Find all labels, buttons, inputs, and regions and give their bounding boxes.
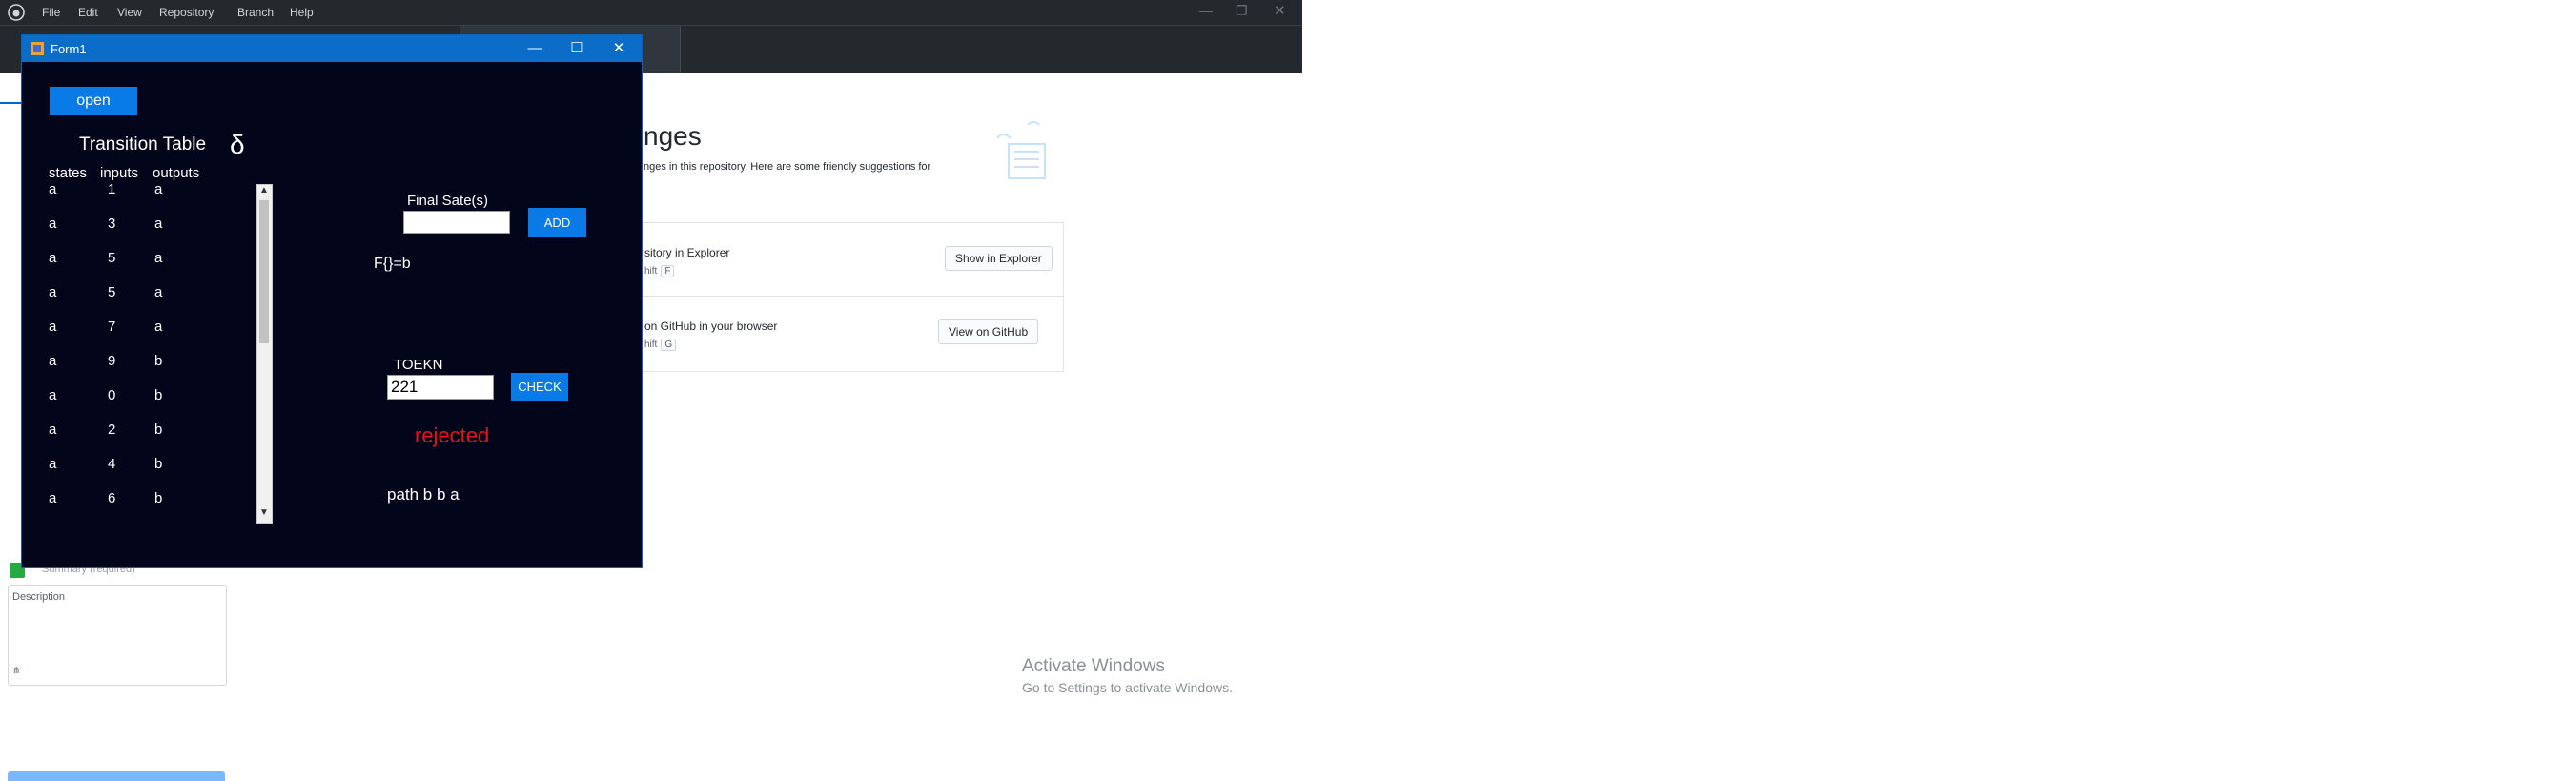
- minimize-icon[interactable]: —: [516, 38, 554, 59]
- form1-window: Form1 — ☐ ✕ open Transition Table δ stat…: [21, 34, 643, 568]
- app-menubar: File Edit View Repository Branch Help — …: [0, 0, 1302, 25]
- github-logo-icon: [8, 4, 25, 21]
- state-cell: a: [49, 456, 57, 472]
- state-cell: a: [49, 353, 57, 369]
- output-cell: a: [154, 319, 163, 335]
- input-cell: 2: [108, 421, 116, 438]
- check-button[interactable]: CHECK: [511, 373, 568, 401]
- state-cell: a: [49, 284, 57, 300]
- input-cell: 5: [108, 250, 116, 266]
- output-cell: b: [154, 353, 163, 369]
- shortcut-hint: hift F: [644, 265, 675, 277]
- add-coauthor-icon[interactable]: ⋔: [12, 666, 20, 676]
- output-cell: a: [154, 216, 163, 232]
- input-cell: 5: [108, 284, 116, 300]
- restore-icon[interactable]: ❐: [1236, 3, 1248, 19]
- transition-table: a 1 a a 3 a a 5 a a 5 a a 7 a a 9 b a 0 …: [22, 35, 270, 567]
- shortcut-prefix: hift: [644, 339, 658, 350]
- menu-repository[interactable]: Repository: [159, 6, 214, 19]
- table-row: a 6 b: [22, 490, 270, 511]
- state-cell: a: [49, 387, 57, 403]
- input-cell: 6: [108, 490, 116, 506]
- view-on-github-button[interactable]: View on GitHub: [938, 319, 1039, 344]
- office-illustration-icon: [996, 121, 1046, 179]
- input-cell: 4: [108, 456, 116, 472]
- close-icon[interactable]: ✕: [600, 38, 638, 59]
- menu-edit[interactable]: Edit: [78, 6, 98, 19]
- menu-branch[interactable]: Branch: [237, 6, 274, 19]
- table-row: a 7 a: [22, 319, 270, 339]
- shortcut-prefix: hift: [644, 266, 658, 277]
- output-cell: b: [154, 421, 163, 438]
- table-row: a 3 a: [22, 216, 270, 236]
- output-cell: b: [154, 387, 163, 403]
- token-input[interactable]: [387, 375, 494, 400]
- add-button[interactable]: ADD: [528, 208, 586, 237]
- activate-windows-subtitle: Go to Settings to activate Windows.: [1022, 680, 1233, 695]
- state-cell: a: [49, 250, 57, 266]
- output-cell: b: [154, 456, 163, 472]
- input-cell: 7: [108, 319, 116, 335]
- description-placeholder: Description: [12, 591, 66, 603]
- scrollbar-thumb[interactable]: [259, 200, 269, 343]
- token-label: TOEKN: [394, 357, 443, 373]
- state-cell: a: [49, 319, 57, 335]
- scroll-up-icon[interactable]: ▲: [259, 185, 269, 195]
- result-text: rejected: [415, 423, 490, 447]
- menu-file[interactable]: File: [42, 6, 60, 19]
- maximize-icon[interactable]: ☐: [558, 38, 596, 59]
- no-changes-heading: nges: [644, 121, 702, 151]
- input-cell: 0: [108, 387, 116, 403]
- description-field[interactable]: Description ⋔: [8, 585, 227, 686]
- table-row: a 5 a: [22, 284, 270, 305]
- commit-button[interactable]: [8, 771, 225, 781]
- table-row: a 1 a: [22, 181, 270, 202]
- output-cell: a: [154, 284, 163, 300]
- state-cell: a: [49, 181, 57, 197]
- table-row: a 2 b: [22, 421, 270, 442]
- table-row: a 0 b: [22, 387, 270, 408]
- shortcut-key: G: [661, 339, 677, 351]
- scroll-down-icon[interactable]: ▼: [259, 507, 269, 518]
- menu-help[interactable]: Help: [290, 6, 314, 19]
- state-cell: a: [49, 490, 57, 506]
- input-cell: 9: [108, 353, 116, 369]
- input-cell: 3: [108, 216, 116, 232]
- shortcut-hint: hift G: [644, 339, 677, 351]
- activate-windows-title: Activate Windows: [1022, 656, 1165, 676]
- no-changes-subtext: nges in this repository. Here are some f…: [644, 161, 931, 173]
- final-set-text: F{}=b: [374, 256, 411, 272]
- final-states-input[interactable]: [403, 211, 510, 234]
- shortcut-key: F: [661, 265, 675, 277]
- output-cell: a: [154, 181, 163, 197]
- output-cell: b: [154, 490, 163, 506]
- minimize-icon[interactable]: —: [1199, 3, 1213, 18]
- table-row: a 5 a: [22, 250, 270, 271]
- close-icon[interactable]: ✕: [1274, 2, 1286, 19]
- path-text: path b b a: [387, 485, 460, 504]
- table-row: a 9 b: [22, 353, 270, 374]
- input-cell: 1: [108, 181, 116, 197]
- card-title: on GitHub in your browser: [644, 319, 778, 333]
- state-cell: a: [49, 421, 57, 438]
- show-in-explorer-button[interactable]: Show in Explorer: [945, 246, 1053, 271]
- state-cell: a: [49, 216, 57, 232]
- final-states-label: Final Sate(s): [407, 193, 489, 209]
- table-row: a 4 b: [22, 456, 270, 477]
- menu-view[interactable]: View: [117, 6, 142, 19]
- table-scrollbar[interactable]: ▲ ▼: [256, 184, 273, 524]
- card-title: sitory in Explorer: [644, 246, 730, 259]
- output-cell: a: [154, 250, 163, 266]
